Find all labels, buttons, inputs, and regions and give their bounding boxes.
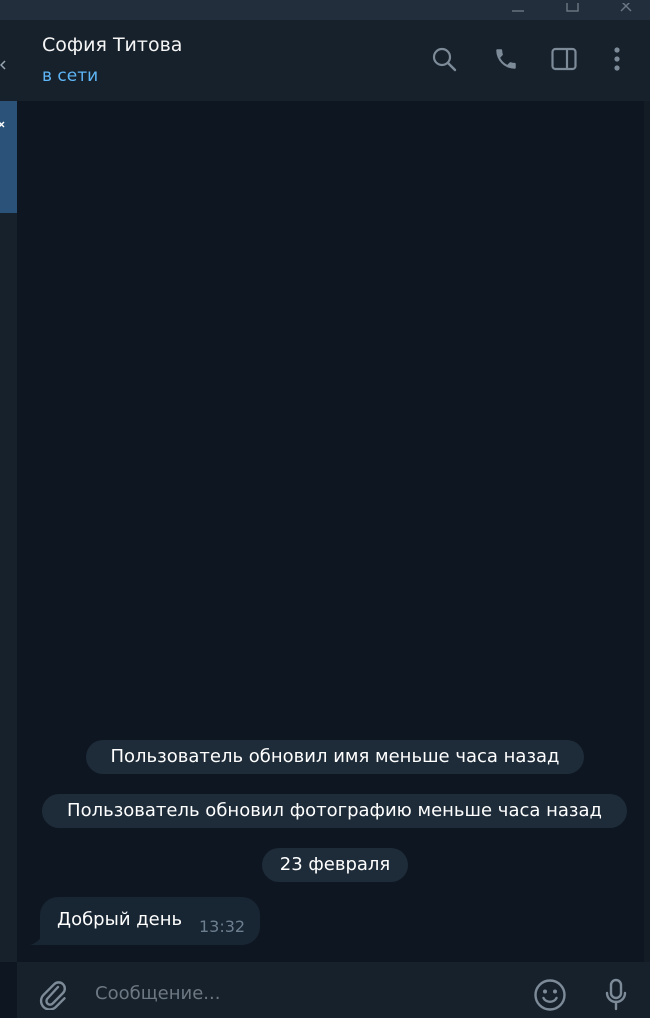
pin-icon <box>0 121 5 128</box>
more-vertical-icon <box>614 47 620 71</box>
search-icon <box>432 47 457 72</box>
chat-list-sidebar <box>0 20 17 962</box>
search-button[interactable] <box>429 44 459 74</box>
service-message-name-updated: Пользователь обновил имя меньше часа наз… <box>86 740 584 774</box>
maximize-icon <box>566 3 579 12</box>
voice-message-button[interactable] <box>601 976 631 1014</box>
online-status: в сети <box>42 66 99 86</box>
emoji-icon <box>534 979 566 1011</box>
message-bubble[interactable]: Добрый день 13:32 <box>40 897 260 945</box>
date-separator[interactable]: 23 февраля <box>262 848 408 882</box>
sidebar-toggle-icon <box>551 47 577 71</box>
more-options-button[interactable] <box>602 44 632 74</box>
message-composer <box>17 962 650 1018</box>
attach-button[interactable] <box>35 976 71 1012</box>
contact-name[interactable]: София Титова <box>42 34 182 56</box>
message-input[interactable] <box>95 978 515 1008</box>
service-message-photo-updated: Пользователь обновил фотографию меньше ч… <box>42 794 627 828</box>
emoji-button[interactable] <box>531 976 569 1014</box>
minimize-button[interactable] <box>498 0 538 20</box>
active-chat-item[interactable] <box>0 101 17 213</box>
close-window-button[interactable] <box>606 0 646 20</box>
chevron-left-icon <box>0 60 6 70</box>
scrollbar-track[interactable] <box>644 101 650 962</box>
microphone-icon <box>605 978 627 1011</box>
message-text: Добрый день <box>57 909 183 930</box>
telegram-window: София Титова в сети Пользователь обновил… <box>0 0 650 1018</box>
maximize-button[interactable] <box>552 0 592 20</box>
close-icon <box>620 3 632 12</box>
window-titlebar <box>0 0 650 20</box>
chat-header[interactable]: София Титова в сети <box>17 20 650 101</box>
call-button[interactable] <box>491 44 521 74</box>
minimize-icon <box>512 10 524 12</box>
toggle-sidebar-button[interactable] <box>549 44 579 74</box>
message-time: 13:32 <box>199 917 246 936</box>
paperclip-icon <box>39 981 66 1010</box>
phone-icon <box>496 49 516 69</box>
